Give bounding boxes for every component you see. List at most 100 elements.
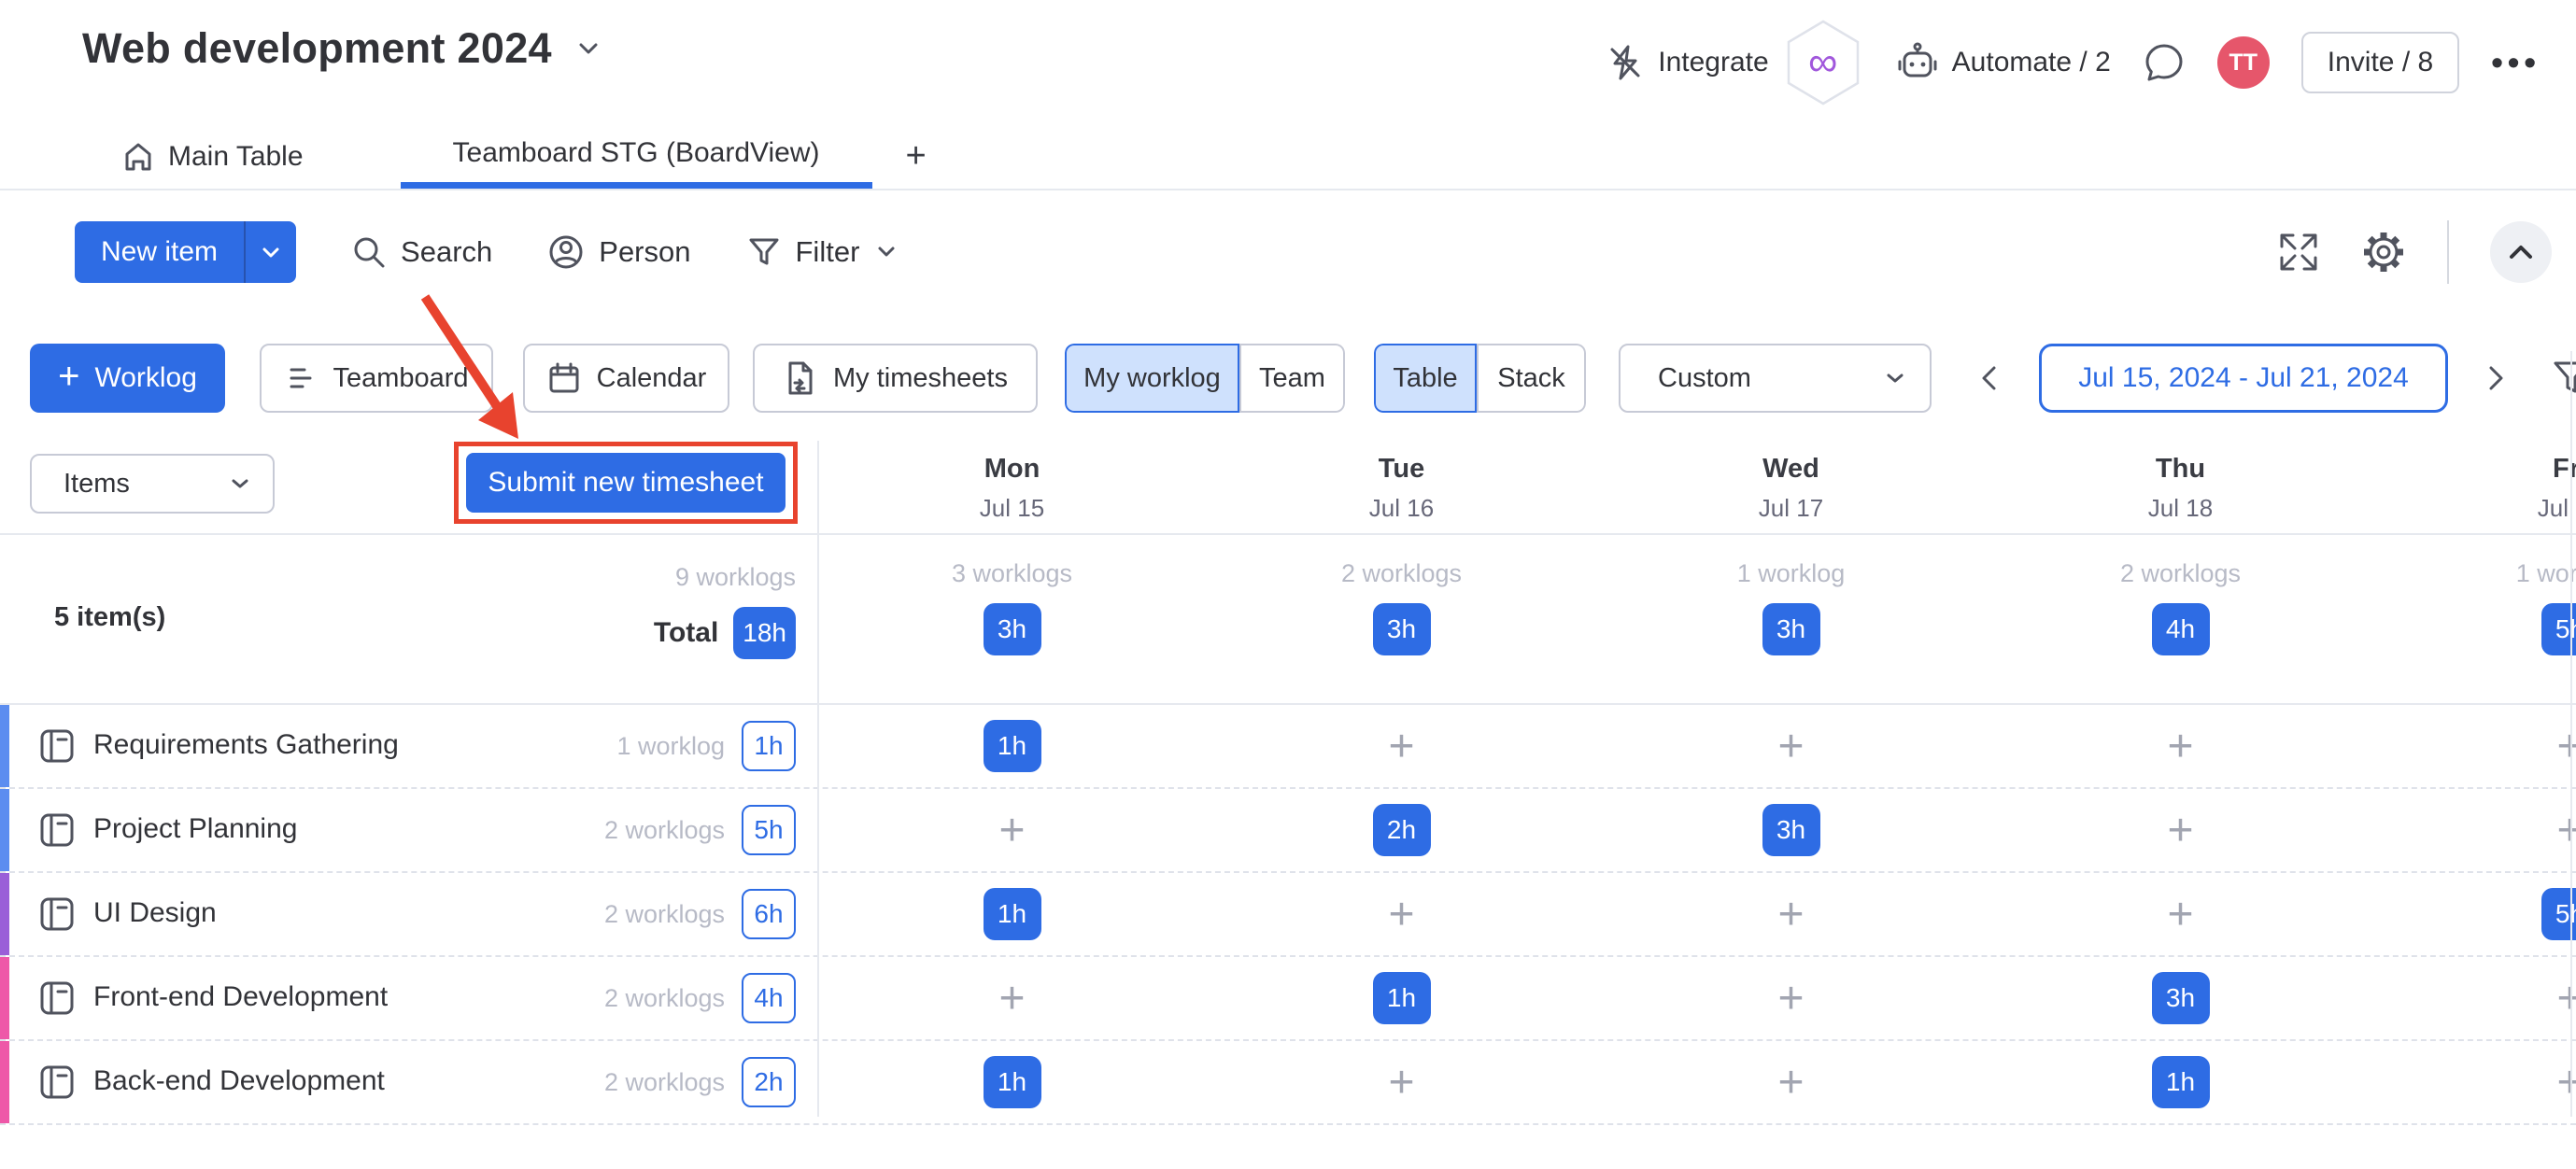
automate-button[interactable]: Automate / 2 [1896, 41, 2111, 84]
tab-main-table[interactable]: Main Table [114, 124, 311, 189]
items-select-value: Items [64, 468, 130, 499]
invite-button[interactable]: Invite / 8 [2300, 32, 2460, 93]
total-summary: 9 worklogs Total 18h [448, 563, 796, 659]
day-total-badge[interactable]: 3h [1762, 603, 1820, 655]
day-summaries: 3 worklogs 3h 2 worklogs 3h 1 worklog 3h 2 … [817, 559, 2576, 655]
day-summary: 1 worklog 3h [1596, 559, 1986, 655]
my-timesheets-button[interactable]: My timesheets [753, 344, 1038, 413]
worklog-cell[interactable]: + [1388, 721, 1414, 772]
submit-new-timesheet-button[interactable]: Submit new timesheet [466, 453, 786, 513]
worklog-cell[interactable]: + [1777, 721, 1804, 772]
integrations-badge[interactable]: ∞ [1782, 19, 1864, 106]
item-worklog-count: 2 worklogs [603, 815, 725, 844]
chat-icon[interactable] [2143, 41, 2186, 84]
home-icon [121, 140, 155, 174]
worklog-cell[interactable]: + [2556, 1057, 2576, 1108]
toggle-team[interactable]: Team [1239, 344, 1345, 413]
title-chevron-down-icon[interactable] [573, 33, 604, 64]
worklog-cell[interactable]: 1h [983, 888, 1041, 940]
more-options-button[interactable]: ••• [2491, 43, 2541, 82]
add-worklog-button[interactable]: + Worklog [30, 344, 225, 413]
calendar-view-label: Calendar [596, 362, 707, 393]
worklog-cell[interactable]: + [2556, 973, 2576, 1024]
item-name[interactable]: Front-end Development [93, 981, 388, 1013]
integrate-button[interactable]: Integrate ∞ [1606, 19, 1863, 106]
date-range-preset-value: Custom [1658, 362, 1751, 393]
collapse-view-button[interactable] [2490, 221, 2552, 283]
worklog-cell[interactable]: 1h [983, 720, 1041, 772]
toggle-my-worklog[interactable]: My worklog [1065, 344, 1239, 413]
my-timesheets-label: My timesheets [833, 362, 1008, 393]
table-stack-toggle: Table Stack [1374, 344, 1586, 413]
day-header: Tue Jul 16 [1368, 454, 1435, 522]
table-row: UI Design 2 worklogs 6h 1h + + + 5h [0, 871, 2576, 955]
toggle-stack[interactable]: Stack [1477, 344, 1586, 413]
row-color-bar [0, 1041, 9, 1123]
tab-teamboard-stg-label: Teamboard STG (BoardView) [452, 137, 820, 168]
prev-week-button[interactable] [1974, 362, 2005, 394]
toggle-table[interactable]: Table [1374, 344, 1477, 413]
item-name[interactable]: Back-end Development [93, 1065, 385, 1097]
new-item-button[interactable]: New item [75, 221, 297, 283]
day-summary: 2 worklogs 4h [1986, 559, 2375, 655]
day-total-badge[interactable]: 3h [1372, 603, 1431, 655]
worklog-cell[interactable]: + [2167, 805, 2193, 856]
worklog-cell[interactable]: + [1777, 1057, 1804, 1108]
item-total-badge[interactable]: 4h [742, 973, 796, 1023]
row-color-bar [0, 705, 9, 787]
search-button[interactable]: Search [350, 233, 492, 271]
item-count: 5 item(s) [54, 602, 166, 632]
day-summary: 3 worklogs 3h [817, 559, 1207, 655]
day-header: Thu Jul 18 [2147, 454, 2214, 522]
worklog-cell[interactable]: 3h [1762, 804, 1820, 856]
worklog-cell[interactable]: + [2556, 721, 2576, 772]
worklog-cell[interactable]: 3h [2151, 972, 2210, 1024]
date-range-button[interactable]: Jul 15, 2024 - Jul 21, 2024 [2039, 344, 2448, 413]
day-total-badge[interactable]: 3h [983, 603, 1041, 655]
fullscreen-icon[interactable] [2277, 231, 2320, 274]
board-item-icon [39, 812, 75, 848]
item-total-badge[interactable]: 5h [742, 805, 796, 855]
next-week-button[interactable] [2480, 362, 2512, 394]
teamboard-view-button[interactable]: Teamboard [260, 344, 493, 413]
teamboard-view-label: Teamboard [333, 362, 469, 393]
tab-teamboard-stg[interactable]: Teamboard STG (BoardView) [400, 124, 872, 189]
item-total-badge[interactable]: 1h [742, 721, 796, 771]
worklog-cell[interactable]: + [1777, 889, 1804, 940]
avatar[interactable]: TT [2216, 36, 2270, 89]
grid-header-band: Items Submit new timesheet Mon Jul 15 Tue… [0, 439, 2576, 535]
worklog-cell[interactable]: 1h [2151, 1056, 2210, 1108]
worklog-cells: 1h + + + + [817, 705, 2576, 787]
item-name[interactable]: Requirements Gathering [93, 729, 399, 761]
items-select[interactable]: Items [30, 454, 275, 514]
tab-main-table-label: Main Table [168, 140, 304, 172]
panel-divider [817, 441, 819, 1117]
new-item-chevron-down-icon[interactable] [244, 221, 296, 283]
summary-band: 5 item(s) 9 worklogs Total 18h 3 worklog… [0, 535, 2576, 705]
person-filter-button[interactable]: Person [546, 232, 691, 272]
item-name[interactable]: Project Planning [93, 813, 297, 845]
timesheet-document-icon [783, 360, 818, 396]
day-total-badge[interactable]: 4h [2151, 603, 2210, 655]
worklog-cell[interactable]: 2h [1372, 804, 1431, 856]
worklog-cell[interactable]: + [1777, 973, 1804, 1024]
board-header: Web development 2024 [82, 24, 604, 73]
item-total-badge[interactable]: 2h [742, 1057, 796, 1107]
item-total-badge[interactable]: 6h [742, 889, 796, 939]
worklog-cell[interactable]: + [2556, 805, 2576, 856]
add-view-button[interactable]: + [906, 124, 927, 189]
worklog-cell[interactable]: 1h [1372, 972, 1431, 1024]
date-range-preset-select[interactable]: Custom [1619, 344, 1932, 413]
worklog-cell[interactable]: 1h [983, 1056, 1041, 1108]
worklog-cell[interactable]: + [998, 973, 1025, 1024]
filter-button[interactable]: Filter [745, 233, 901, 271]
worklog-cell[interactable]: + [998, 805, 1025, 856]
settings-gear-icon[interactable] [2361, 230, 2406, 275]
item-name[interactable]: UI Design [93, 897, 217, 929]
worklog-cell[interactable]: + [1388, 1057, 1414, 1108]
annotation-highlight-box: Submit new timesheet [454, 442, 798, 524]
calendar-view-button[interactable]: Calendar [523, 344, 729, 413]
worklog-cell[interactable]: + [1388, 889, 1414, 940]
worklog-cell[interactable]: + [2167, 889, 2193, 940]
worklog-cell[interactable]: + [2167, 721, 2193, 772]
